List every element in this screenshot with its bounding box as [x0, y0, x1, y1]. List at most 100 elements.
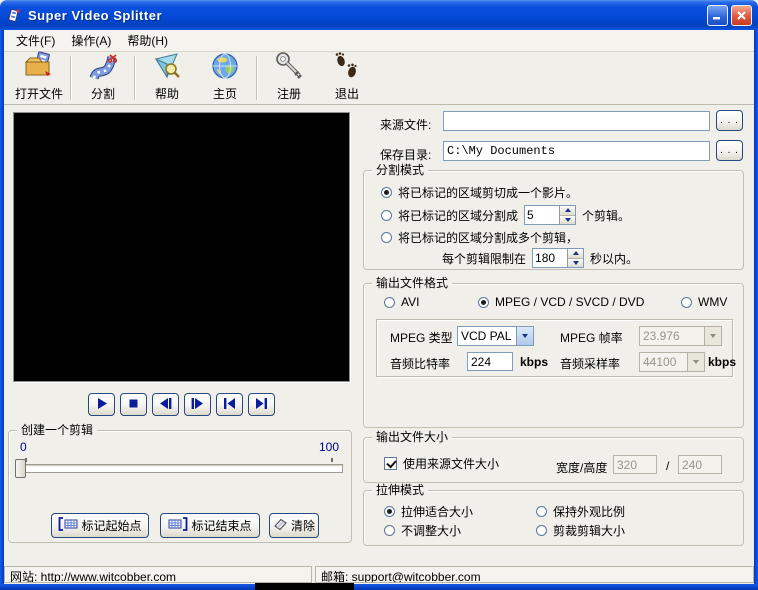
group-title: 创建一个剪辑 — [17, 423, 97, 437]
mark-end-button[interactable]: 标记结束点 — [160, 513, 260, 538]
seconds-limit-spinner — [532, 248, 584, 268]
clip-slider-track[interactable] — [17, 464, 343, 473]
button-label: 清除 — [291, 517, 315, 534]
stretch-radio-fit[interactable] — [384, 506, 395, 517]
toolbar-label: 帮助 — [155, 85, 179, 102]
clip-count-input[interactable] — [525, 206, 559, 224]
split-mode-radio-n-clips[interactable] — [381, 210, 392, 221]
group-title: 输出文件格式 — [372, 276, 452, 290]
source-file-input[interactable] — [443, 111, 710, 131]
spin-up-button[interactable] — [568, 249, 583, 259]
register-button[interactable]: 注册 — [260, 53, 318, 102]
mpeg-type-combo[interactable]: VCD PAL — [457, 326, 534, 346]
split-mode-radio-one-movie[interactable] — [381, 187, 392, 198]
dropdown-arrow-icon — [687, 353, 704, 371]
combo-value: 23.976 — [640, 327, 704, 345]
spin-down-button[interactable] — [568, 259, 583, 268]
statusbar: 网站: http://www.witcobber.com 邮箱: support… — [4, 566, 754, 583]
framerate-label: MPEG 帧率 — [560, 329, 623, 346]
audio-samplerate-combo: 44100 — [639, 352, 705, 372]
source-file-label: 来源文件: — [380, 116, 431, 133]
framerate-combo: 23.976 — [639, 326, 722, 346]
next-frame-button[interactable] — [184, 393, 211, 416]
register-icon — [273, 51, 305, 84]
spin-up-button[interactable] — [560, 206, 575, 216]
window-border-left — [0, 30, 4, 590]
go-start-icon — [221, 396, 238, 414]
help-button[interactable]: 帮助 — [138, 53, 196, 102]
height-input — [678, 455, 722, 474]
slider-min-label: 0 — [20, 440, 27, 454]
go-end-button[interactable] — [248, 393, 275, 416]
output-size-group: 输出文件大小 使用来源文件大小 宽度/高度 / — [363, 437, 744, 483]
taskbar-fragment — [255, 583, 354, 590]
play-icon — [93, 396, 110, 414]
window-title: Super Video Splitter — [28, 8, 162, 23]
exit-button[interactable]: 退出 — [318, 53, 376, 102]
seconds-limit-input[interactable] — [533, 249, 567, 267]
minimize-button[interactable] — [707, 5, 728, 26]
close-button[interactable] — [731, 5, 752, 26]
create-clip-group: 创建一个剪辑 0 100 标记起始点 — [8, 430, 352, 543]
use-source-size-checkbox[interactable] — [384, 457, 397, 470]
clip-slider-thumb[interactable] — [15, 459, 26, 478]
option-label: 剪裁剪辑大小 — [553, 522, 625, 539]
button-label: 标记起始点 — [81, 517, 141, 534]
toolbar-separator — [134, 56, 136, 100]
go-start-button[interactable] — [216, 393, 243, 416]
stretch-mode-group: 拉伸模式 拉伸适合大小 保持外观比例 不调整大小 — [363, 490, 744, 546]
stretch-radio-crop[interactable] — [536, 525, 547, 536]
button-label: 标记结束点 — [191, 517, 251, 534]
group-title: 分割模式 — [372, 163, 428, 177]
titlebar: Super Video Splitter — [0, 0, 758, 30]
audio-bitrate-input[interactable] — [467, 352, 513, 371]
toolbar-label: 打开文件 — [15, 85, 63, 102]
stop-button[interactable] — [120, 393, 147, 416]
toolbar-separator — [70, 56, 72, 100]
format-radio-mpeg[interactable] — [478, 297, 489, 308]
menu-help[interactable]: 帮助(H) — [119, 29, 176, 52]
toolbar-label: 退出 — [335, 85, 359, 102]
video-preview — [13, 112, 350, 382]
play-button[interactable] — [88, 393, 115, 416]
toolbar-separator — [256, 56, 258, 100]
save-dir-input[interactable] — [443, 141, 710, 161]
split-mode-radio-limit-seconds[interactable] — [381, 232, 392, 243]
format-radio-avi[interactable] — [384, 297, 395, 308]
option-label: AVI — [401, 295, 419, 309]
mark-start-icon — [58, 517, 78, 534]
menu-action[interactable]: 操作(A) — [63, 29, 119, 52]
option-label: 将已标记的区域分割成多个剪辑， — [398, 229, 578, 246]
mark-start-button[interactable]: 标记起始点 — [51, 513, 149, 538]
dropdown-arrow-icon — [704, 327, 721, 345]
prev-frame-button[interactable] — [152, 393, 179, 416]
dropdown-arrow-icon[interactable] — [516, 327, 533, 345]
source-browse-button[interactable]: . . . — [716, 110, 743, 131]
menu-file[interactable]: 文件(F) — [8, 29, 63, 52]
audio-samplerate-unit: kbps — [708, 355, 736, 369]
save-dir-browse-button[interactable]: . . . — [716, 140, 743, 161]
clip-count-spinner — [524, 205, 576, 225]
status-website: 网站: http://www.witcobber.com — [4, 566, 312, 583]
width-height-label: 宽度/高度 — [556, 459, 607, 476]
playback-controls — [13, 393, 350, 416]
go-end-icon — [253, 396, 270, 414]
audio-bitrate-label: 音频比特率 — [390, 355, 450, 372]
open-file-button[interactable]: 打开文件 — [10, 53, 68, 102]
option-label: 每个剪辑限制在 — [442, 250, 526, 267]
format-radio-wmv[interactable] — [681, 297, 692, 308]
stop-icon — [125, 396, 142, 414]
option-label: 秒以内。 — [590, 250, 638, 267]
home-button[interactable]: 主页 — [196, 53, 254, 102]
spin-down-button[interactable] — [560, 216, 575, 225]
combo-value: 44100 — [640, 353, 687, 371]
audio-samplerate-label: 音频采样率 — [560, 355, 620, 372]
help-icon — [151, 51, 183, 84]
home-icon — [209, 51, 241, 84]
app-window: Super Video Splitter 文件(F) 操作(A) 帮助(H) — [0, 0, 758, 590]
stretch-radio-keep-aspect[interactable] — [536, 506, 547, 517]
stretch-radio-no-resize[interactable] — [384, 525, 395, 536]
split-button[interactable]: 分割 — [74, 53, 132, 102]
clear-button[interactable]: 清除 — [269, 513, 319, 538]
clear-eraser-icon — [273, 517, 288, 534]
